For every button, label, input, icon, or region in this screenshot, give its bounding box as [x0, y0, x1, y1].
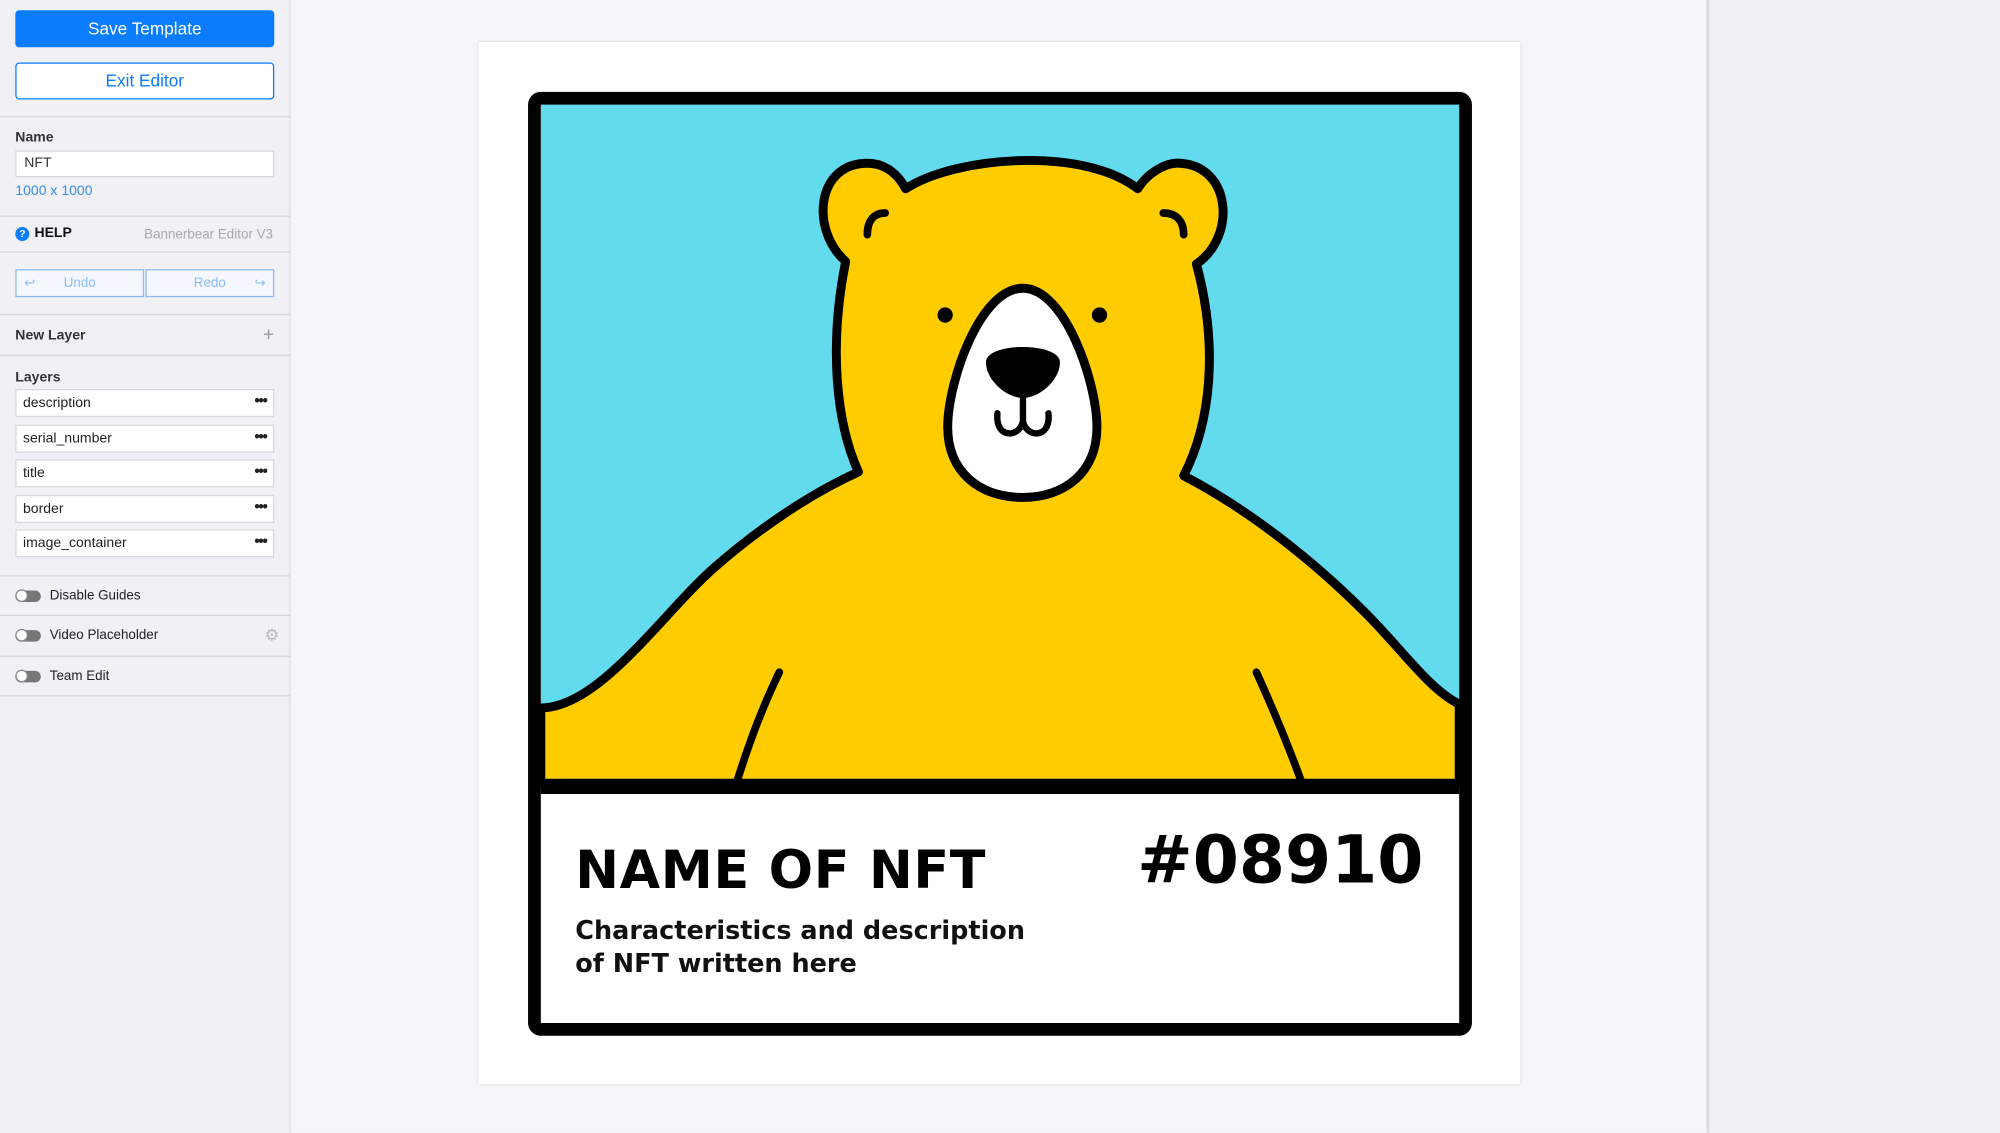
- nft-serial-number[interactable]: #08910: [1137, 823, 1423, 900]
- bear-eye-right: [1091, 307, 1108, 323]
- nft-title[interactable]: NAME OF NFT: [575, 839, 986, 900]
- bear-eye-left: [937, 307, 953, 323]
- nft-description[interactable]: Characteristics and description of NFT w…: [575, 913, 1034, 979]
